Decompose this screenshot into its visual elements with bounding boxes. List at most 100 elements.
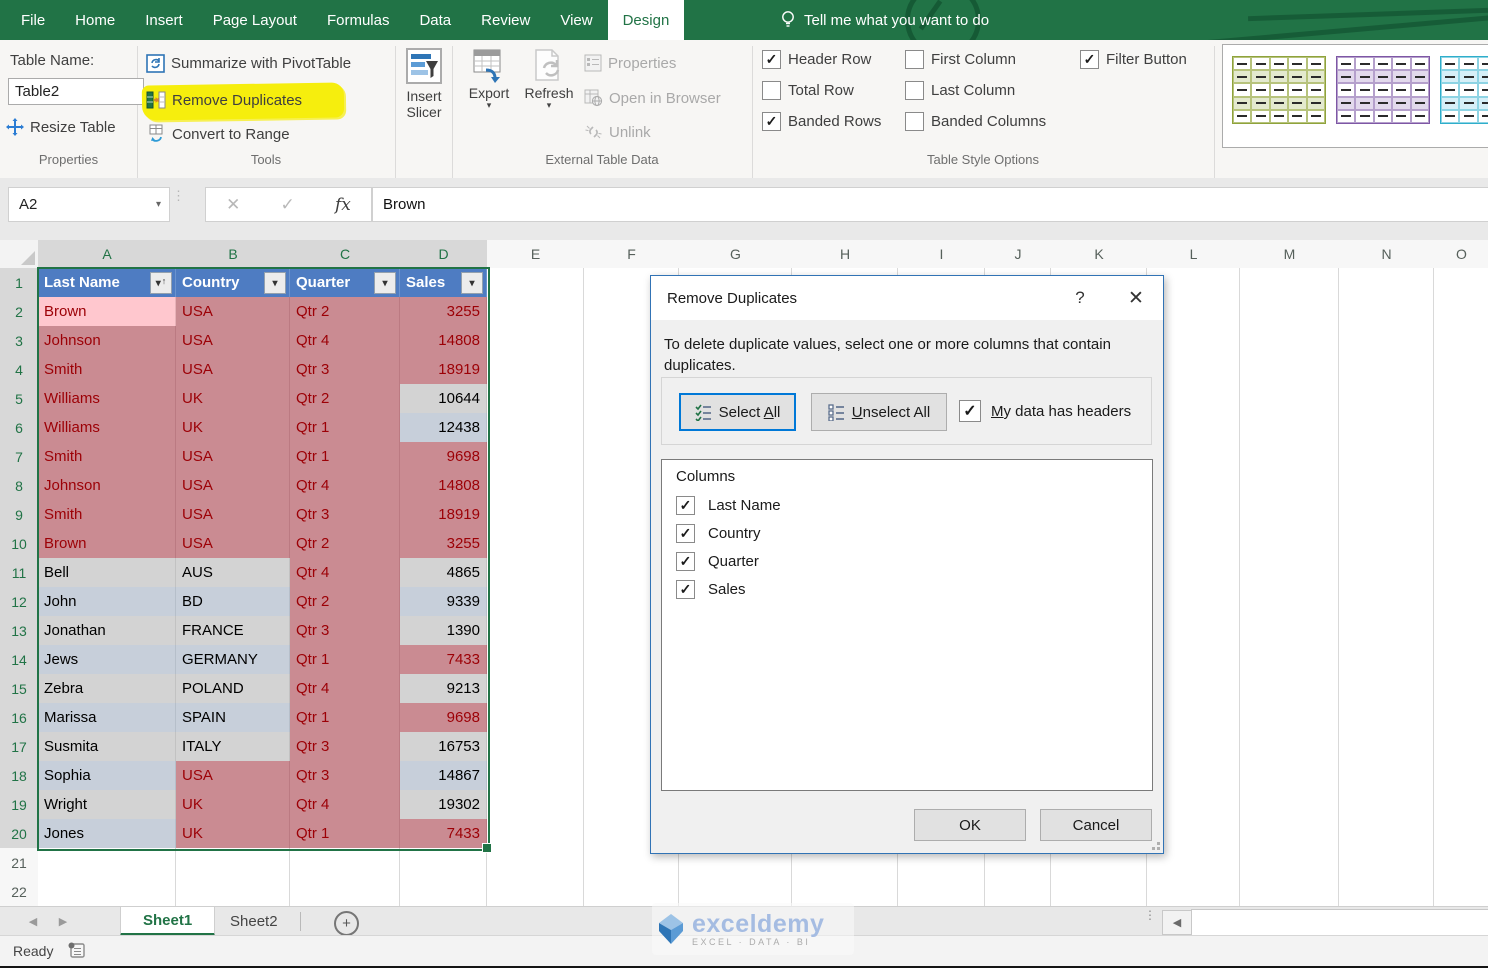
dialog-help-button[interactable]: ? xyxy=(1057,276,1103,320)
row-header-6[interactable]: 6 xyxy=(0,413,40,443)
table-name-input[interactable] xyxy=(8,78,144,105)
cell-M19[interactable] xyxy=(1240,790,1339,820)
cell-D21[interactable] xyxy=(400,848,487,878)
cell-C5[interactable]: Qtr 2 xyxy=(290,384,400,414)
cell-N14[interactable] xyxy=(1339,645,1434,675)
ribbon-tab-page-layout[interactable]: Page Layout xyxy=(198,0,312,40)
cell-N1[interactable] xyxy=(1339,268,1434,298)
cell-M8[interactable] xyxy=(1240,471,1339,501)
cell-O20[interactable] xyxy=(1434,819,1488,849)
unselect-all-button[interactable]: Unselect All xyxy=(811,393,947,431)
cell-E10[interactable] xyxy=(487,529,584,559)
cell-N3[interactable] xyxy=(1339,326,1434,356)
cell-D11[interactable]: 4865 xyxy=(400,558,487,588)
refresh-dropdown-arrow[interactable]: ▾ xyxy=(547,101,552,110)
cell-E1[interactable] xyxy=(487,268,584,298)
cell-N2[interactable] xyxy=(1339,297,1434,327)
cell-O17[interactable] xyxy=(1434,732,1488,762)
row-header-22[interactable]: 22 xyxy=(0,877,39,906)
cell-B7[interactable]: USA xyxy=(176,442,290,472)
row-header-1[interactable]: 1 xyxy=(0,268,40,298)
cell-N18[interactable] xyxy=(1339,761,1434,791)
cell-E21[interactable] xyxy=(487,848,584,878)
cell-N12[interactable] xyxy=(1339,587,1434,617)
cell-G22[interactable] xyxy=(679,877,792,906)
cell-D7[interactable]: 9698 xyxy=(400,442,487,472)
column-header-E[interactable]: E xyxy=(487,240,585,269)
cell-A6[interactable]: Williams xyxy=(38,413,176,443)
cell-D17[interactable]: 16753 xyxy=(400,732,487,762)
cell-C15[interactable]: Qtr 4 xyxy=(290,674,400,704)
cell-B8[interactable]: USA xyxy=(176,471,290,501)
cell-O5[interactable] xyxy=(1434,384,1488,414)
cell-A4[interactable]: Smith xyxy=(38,355,176,385)
cell-N11[interactable] xyxy=(1339,558,1434,588)
column-header-D[interactable]: D xyxy=(400,240,488,270)
column-header-N[interactable]: N xyxy=(1339,240,1435,269)
column-header-O[interactable]: O xyxy=(1434,240,1488,269)
style-option-last-column[interactable]: Last Column xyxy=(905,81,1015,100)
cell-M11[interactable] xyxy=(1240,558,1339,588)
cell-E7[interactable] xyxy=(487,442,584,472)
cell-C3[interactable]: Qtr 4 xyxy=(290,326,400,356)
cell-A10[interactable]: Brown xyxy=(38,529,176,559)
cell-C8[interactable]: Qtr 4 xyxy=(290,471,400,501)
cell-N21[interactable] xyxy=(1339,848,1434,878)
cell-E6[interactable] xyxy=(487,413,584,443)
cell-F22[interactable] xyxy=(584,877,679,906)
cell-B11[interactable]: AUS xyxy=(176,558,290,588)
row-header-12[interactable]: 12 xyxy=(0,587,40,617)
cell-A11[interactable]: Bell xyxy=(38,558,176,588)
cell-N15[interactable] xyxy=(1339,674,1434,704)
refresh-button[interactable]: Refresh ▾ xyxy=(520,48,578,110)
cell-O8[interactable] xyxy=(1434,471,1488,501)
cell-M16[interactable] xyxy=(1240,703,1339,733)
cell-O15[interactable] xyxy=(1434,674,1488,704)
table-style-swatch-green-table-style[interactable] xyxy=(1232,56,1326,124)
export-dropdown-arrow[interactable]: ▾ xyxy=(487,101,492,110)
cell-E13[interactable] xyxy=(487,616,584,646)
sheet-tab-sheet2[interactable]: Sheet2 xyxy=(208,907,300,936)
cell-O3[interactable] xyxy=(1434,326,1488,356)
cell-D6[interactable]: 12438 xyxy=(400,413,487,443)
scrollbar-splitter-handle[interactable]: ⋮ xyxy=(1144,909,1156,921)
dialog-column-item-sales[interactable]: ✓ Sales xyxy=(676,580,746,599)
cell-N19[interactable] xyxy=(1339,790,1434,820)
row-header-5[interactable]: 5 xyxy=(0,384,40,414)
my-data-has-headers-checkbox[interactable]: ✓ My data has headers xyxy=(959,400,1131,422)
row-header-14[interactable]: 14 xyxy=(0,645,40,675)
cell-O13[interactable] xyxy=(1434,616,1488,646)
cell-B19[interactable]: UK xyxy=(176,790,290,820)
column-header-H[interactable]: H xyxy=(792,240,899,269)
cell-D13[interactable]: 1390 xyxy=(400,616,487,646)
cell-C4[interactable]: Qtr 3 xyxy=(290,355,400,385)
cell-B6[interactable]: UK xyxy=(176,413,290,443)
cell-A2[interactable]: Brown xyxy=(38,297,176,327)
cell-E20[interactable] xyxy=(487,819,584,849)
cell-A12[interactable]: John xyxy=(38,587,176,617)
cell-E11[interactable] xyxy=(487,558,584,588)
row-header-3[interactable]: 3 xyxy=(0,326,40,356)
cell-M1[interactable] xyxy=(1240,268,1339,298)
cell-E8[interactable] xyxy=(487,471,584,501)
cell-O16[interactable] xyxy=(1434,703,1488,733)
column-header-C[interactable]: C xyxy=(290,240,401,270)
cell-B20[interactable]: UK xyxy=(176,819,290,849)
cell-I22[interactable] xyxy=(898,877,985,906)
cell-A20[interactable]: Jones xyxy=(38,819,176,849)
row-header-8[interactable]: 8 xyxy=(0,471,40,501)
cell-B17[interactable]: ITALY xyxy=(176,732,290,762)
cell-C11[interactable]: Qtr 4 xyxy=(290,558,400,588)
cell-C16[interactable]: Qtr 1 xyxy=(290,703,400,733)
row-header-17[interactable]: 17 xyxy=(0,732,40,762)
cell-C20[interactable]: Qtr 1 xyxy=(290,819,400,849)
cell-D16[interactable]: 9698 xyxy=(400,703,487,733)
table-style-swatch-purple-table-style[interactable] xyxy=(1336,56,1430,124)
cell-D14[interactable]: 7433 xyxy=(400,645,487,675)
cell-M4[interactable] xyxy=(1240,355,1339,385)
header-cell-sales[interactable]: Sales ▾ xyxy=(400,268,487,298)
cell-E4[interactable] xyxy=(487,355,584,385)
cell-N5[interactable] xyxy=(1339,384,1434,414)
cell-D18[interactable]: 14867 xyxy=(400,761,487,791)
cell-A7[interactable]: Smith xyxy=(38,442,176,472)
